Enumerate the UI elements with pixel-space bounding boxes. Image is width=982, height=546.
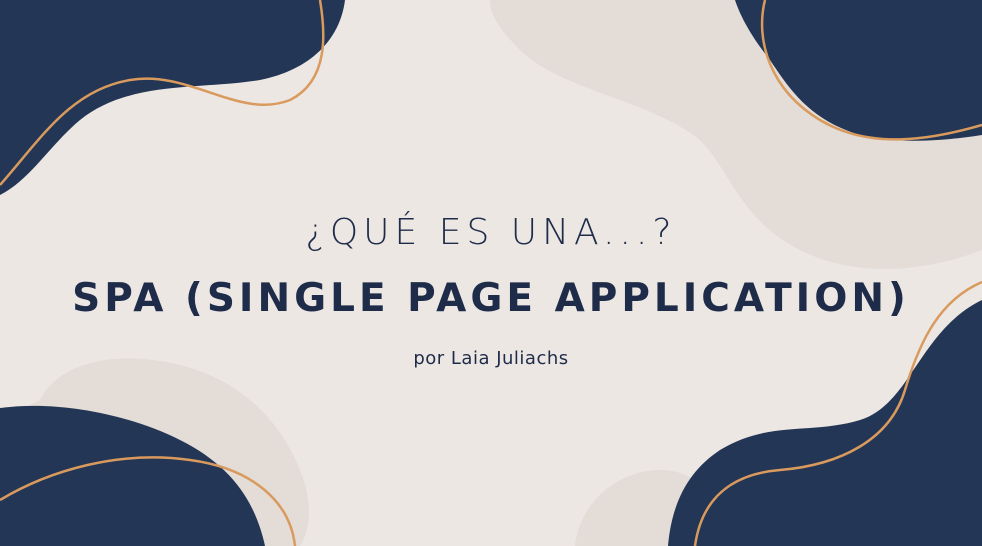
slide-title: SPA (SINGLE PAGE APPLICATION) [72,276,910,321]
slide-author: por Laia Juliachs [413,348,569,369]
navy-blob-bottom-right [668,300,982,546]
decorative-background [0,0,982,546]
slide-question: ¿QUÉ ES UNA...? [305,212,677,253]
